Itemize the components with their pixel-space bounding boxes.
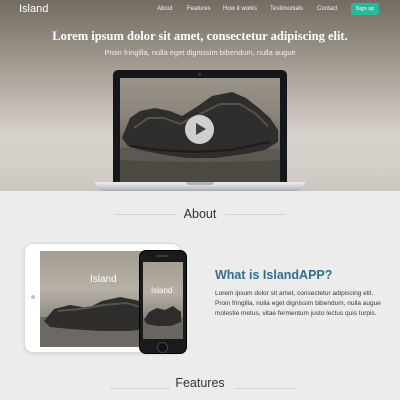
hero-subtitle: Proin fringilla, nulla eget dignissim bi… [104, 48, 296, 57]
features-heading: Features [175, 376, 225, 390]
nav-item-contact[interactable]: Contact [317, 6, 338, 12]
top-navbar: Island About Features How it works Testi… [0, 0, 400, 20]
tablet-home-button [31, 295, 35, 299]
laptop-camera [198, 73, 201, 76]
nav-item-about[interactable]: About [157, 6, 173, 12]
about-heading: About [183, 207, 217, 221]
phone-speaker [157, 255, 169, 257]
tablet-app-label: Island [90, 274, 117, 285]
signup-button[interactable]: Sign up [351, 3, 379, 15]
phone-home-button [157, 342, 168, 353]
nav-item-features[interactable]: Features [187, 6, 211, 12]
laptop-notch [186, 182, 214, 185]
divider-right [235, 388, 295, 389]
play-button[interactable] [185, 115, 214, 144]
phone-screen [143, 262, 183, 339]
nav-item-how-it-works[interactable]: How it works [223, 6, 257, 12]
app-description-title: What is IslandAPP? [215, 268, 333, 282]
app-description-body: Lorem ipsum dolor sit amet, consectetur … [215, 290, 381, 318]
play-icon [196, 123, 206, 135]
logo[interactable]: Island [19, 3, 48, 15]
phone-rock-image [143, 306, 183, 339]
phone-app-label: Island [151, 286, 173, 295]
hero-title: Lorem ipsum dolor sit amet, consectetur … [52, 29, 348, 43]
nav-item-testimonials[interactable]: Testimonials [270, 6, 303, 12]
divider-right [225, 214, 285, 215]
